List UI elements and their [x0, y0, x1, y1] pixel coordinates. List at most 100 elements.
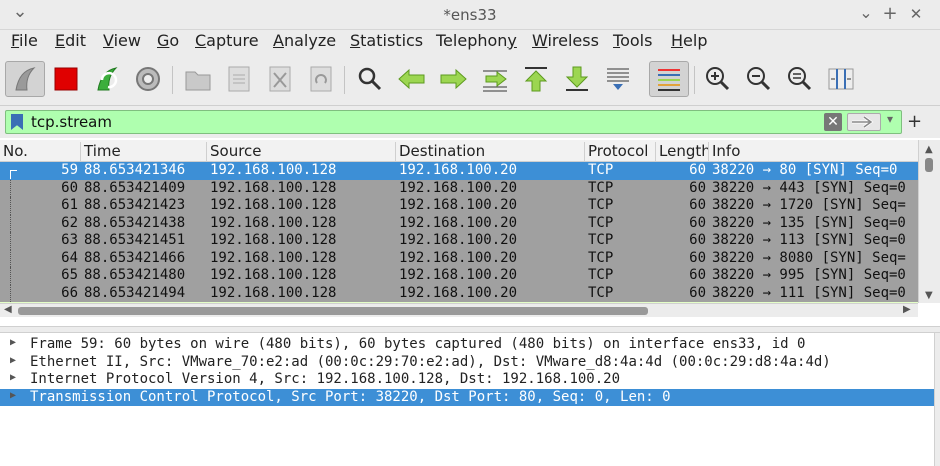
save-file-icon[interactable]	[221, 61, 257, 97]
cell-len: 60	[689, 162, 706, 178]
go-forward-icon[interactable]	[435, 61, 471, 97]
cell-info: 38220 → 113 [SYN] Seq=0	[712, 232, 906, 248]
menu-tools[interactable]: Tools	[613, 31, 652, 50]
menu-file[interactable]: File	[11, 31, 38, 50]
add-filter-button[interactable]: +	[907, 111, 922, 132]
scroll-left-icon[interactable]: ◀	[4, 304, 12, 315]
cell-dst: 192.168.100.20	[399, 179, 518, 196]
bookmark-icon[interactable]	[11, 114, 23, 130]
window-title: *ens33	[443, 6, 497, 24]
table-row[interactable]: 59 88.653421346 192.168.100.128 192.168.100…	[0, 162, 918, 180]
packet-list-header: No. Time Source Destination Protocol Len…	[0, 140, 918, 162]
go-first-icon[interactable]	[518, 61, 554, 97]
menu-analyze[interactable]: Analyze	[273, 31, 336, 50]
cell-len: 60	[689, 267, 706, 283]
shark-fin-start-icon[interactable]	[5, 61, 45, 97]
cell-proto: TCP	[588, 179, 614, 196]
expand-arrow-icon[interactable]: ▶	[10, 337, 16, 348]
packet-list-hscroll[interactable]: ◀ ▶	[0, 303, 918, 317]
pane-splitter[interactable]	[0, 326, 940, 333]
menu-go[interactable]: Go	[157, 31, 179, 50]
menu-file-accel: F	[11, 31, 20, 50]
column-info[interactable]: Info	[708, 142, 918, 162]
stop-icon[interactable]	[48, 61, 84, 97]
zoom-out-icon[interactable]	[741, 61, 777, 97]
menu-view[interactable]: View	[103, 31, 141, 50]
cell-info: 38220 → 80 [SYN] Seq=0	[712, 162, 898, 178]
open-file-icon[interactable]	[180, 61, 216, 97]
table-row[interactable]: 60 88.653421409 192.168.100.128 192.168.100…	[0, 179, 918, 197]
cell-dst: 192.168.100.20	[399, 214, 518, 231]
column-no[interactable]: No.	[0, 142, 80, 162]
scroll-up-icon[interactable]: ▲	[925, 144, 933, 155]
menu-help[interactable]: Help	[671, 31, 707, 50]
expand-arrow-icon[interactable]: ▶	[10, 372, 16, 383]
detail-text: Internet Protocol Version 4, Src: 192.16…	[30, 371, 621, 387]
zoom-normal-icon[interactable]	[782, 61, 818, 97]
table-row[interactable]: 65 88.653421480 192.168.100.128 192.168.100…	[0, 267, 918, 285]
go-last-icon[interactable]	[559, 61, 595, 97]
minimize-icon[interactable]: ⌄	[856, 3, 876, 23]
related-packet-line	[10, 232, 11, 250]
menu-tools-label: ools	[620, 31, 653, 50]
close-file-icon[interactable]	[262, 61, 298, 97]
detail-tree-item[interactable]: ▶ Ethernet II, Src: VMware_70:e2:ad (00:0…	[0, 354, 934, 372]
restart-icon[interactable]	[89, 61, 125, 97]
detail-tree-item[interactable]: ▶ Transmission Control Protocol, Src Port…	[0, 388, 934, 406]
display-filter-bar: tcp.stream ✕ ▾ +	[0, 106, 940, 138]
detail-tree-item[interactable]: ▶ Frame 59: 60 bytes on wire (480 bits), …	[0, 336, 934, 354]
resize-columns-icon[interactable]	[823, 61, 859, 97]
table-row[interactable]: 61 88.653421423 192.168.100.128 192.168.100…	[0, 197, 918, 215]
cell-proto: TCP	[588, 249, 614, 266]
cell-time: 88.653421466	[84, 249, 186, 266]
hscroll-thumb[interactable]	[18, 307, 648, 315]
column-time[interactable]: Time	[80, 142, 206, 162]
menu-telephony-label: on	[487, 31, 508, 50]
table-row[interactable]: 66 88.653421494 192.168.100.128 192.168.100…	[0, 284, 918, 302]
cell-len: 60	[689, 284, 706, 301]
go-back-icon[interactable]	[394, 61, 430, 97]
autoscroll-icon[interactable]	[600, 61, 636, 97]
cell-no: 62	[61, 214, 78, 231]
scroll-right-icon[interactable]: ▶	[903, 304, 911, 315]
reload-icon[interactable]	[303, 61, 339, 97]
column-length[interactable]: Length	[655, 142, 708, 162]
colorize-icon[interactable]	[649, 61, 689, 97]
cell-proto: TCP	[588, 214, 614, 231]
cell-info: 38220 → 443 [SYN] Seq=0	[712, 179, 906, 196]
filter-dropdown-icon[interactable]: ▾	[887, 112, 893, 126]
details-scrollbar[interactable]	[934, 333, 940, 466]
menu-edit[interactable]: Edit	[55, 31, 86, 50]
column-source[interactable]: Source	[206, 142, 395, 162]
column-protocol[interactable]: Protocol	[584, 142, 655, 162]
scroll-down-icon[interactable]: ▼	[925, 290, 933, 301]
table-row[interactable]: 63 88.653421451 192.168.100.128 192.168.100…	[0, 232, 918, 250]
clear-filter-icon[interactable]: ✕	[824, 113, 842, 131]
scroll-thumb[interactable]	[925, 158, 933, 172]
zoom-in-icon[interactable]	[700, 61, 736, 97]
capture-options-icon[interactable]	[130, 61, 166, 97]
menu-telephony[interactable]: Telephony	[436, 31, 517, 50]
display-filter-input[interactable]: tcp.stream ✕ ▾	[5, 110, 902, 134]
detail-tree-item[interactable]: ▶ Internet Protocol Version 4, Src: 192.1…	[0, 371, 934, 389]
cell-len: 60	[689, 249, 706, 266]
expand-arrow-icon[interactable]: ▶	[10, 390, 16, 401]
go-to-packet-icon[interactable]	[477, 61, 513, 97]
menu-statistics[interactable]: Statistics	[350, 31, 423, 50]
table-row[interactable]: 62 88.653421438 192.168.100.128 192.168.100…	[0, 214, 918, 232]
apply-filter-button[interactable]	[847, 113, 881, 131]
filter-text[interactable]: tcp.stream	[31, 113, 112, 131]
table-row[interactable]: 64 88.653421466 192.168.100.128 192.168.100…	[0, 249, 918, 267]
column-destination[interactable]: Destination	[395, 142, 584, 162]
packet-list-vscroll[interactable]: ▲ ▼	[918, 140, 940, 303]
close-icon[interactable]: ✕	[906, 4, 926, 24]
menu-file-label: ile	[19, 31, 38, 50]
menu-wireless[interactable]: Wireless	[532, 31, 599, 50]
find-icon[interactable]	[352, 61, 388, 97]
maximize-icon[interactable]: +	[880, 4, 900, 24]
packet-list: No. Time Source Destination Protocol Len…	[0, 140, 940, 317]
menu-statistics-accel: S	[350, 31, 361, 50]
menu-tools-accel: T	[613, 31, 621, 50]
menu-capture[interactable]: Capture	[195, 31, 259, 50]
expand-arrow-icon[interactable]: ▶	[10, 355, 16, 366]
